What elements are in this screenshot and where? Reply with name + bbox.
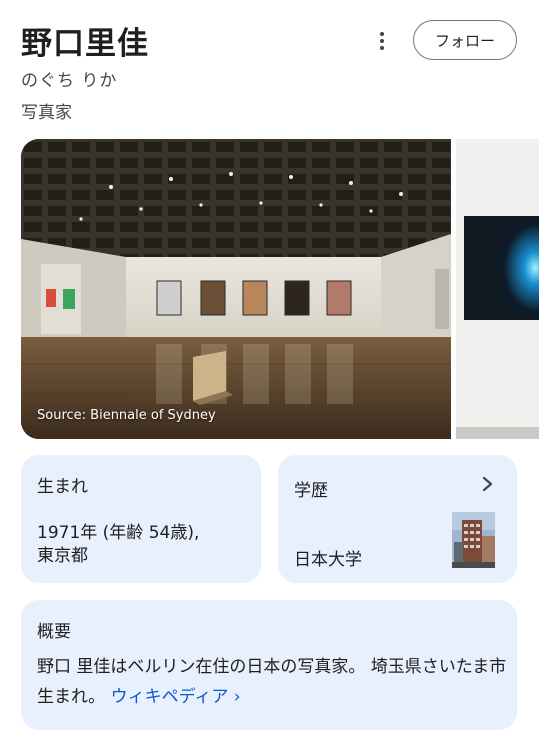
chevron-right-icon[interactable] xyxy=(478,473,498,495)
about-card: 概要 野口 里佳はベルリン在住の日本の写真家。 埼玉県さいたま市生まれ。 ウィキ… xyxy=(21,600,517,730)
education-label: 学歴 xyxy=(294,481,328,501)
gallery-image-next[interactable] xyxy=(456,139,539,439)
born-card: 生まれ 1971年 (年齢 54歳), 東京都 xyxy=(21,455,261,583)
artwork-photo xyxy=(456,139,539,439)
about-text: 野口 里佳はベルリン在住の日本の写真家。 埼玉県さいたま市生まれ。 xyxy=(37,657,507,707)
follow-button[interactable]: フォロー xyxy=(413,20,517,60)
about-label: 概要 xyxy=(37,622,71,642)
born-value: 1971年 (年齢 54歳), 東京都 xyxy=(37,523,200,566)
page-title: 野口里佳 xyxy=(21,26,149,62)
born-label: 生まれ xyxy=(37,477,88,497)
wikipedia-link[interactable]: ウィキペディア › xyxy=(111,687,241,707)
gallery-image[interactable]: Source: Biennale of Sydney xyxy=(21,139,451,439)
education-value: 日本大学 xyxy=(294,550,362,570)
name-reading: のぐち りか xyxy=(21,71,118,91)
more-options-icon[interactable] xyxy=(372,28,392,54)
education-card[interactable]: 学歴 日本大学 xyxy=(278,455,517,583)
occupation: 写真家 xyxy=(21,103,72,123)
exhibition-hall-photo xyxy=(21,139,451,439)
image-source-caption: Source: Biennale of Sydney xyxy=(37,408,216,423)
university-thumbnail xyxy=(452,512,495,568)
about-description: 野口 里佳はベルリン在住の日本の写真家。 埼玉県さいたま市生まれ。 ウィキペディ… xyxy=(37,652,507,712)
